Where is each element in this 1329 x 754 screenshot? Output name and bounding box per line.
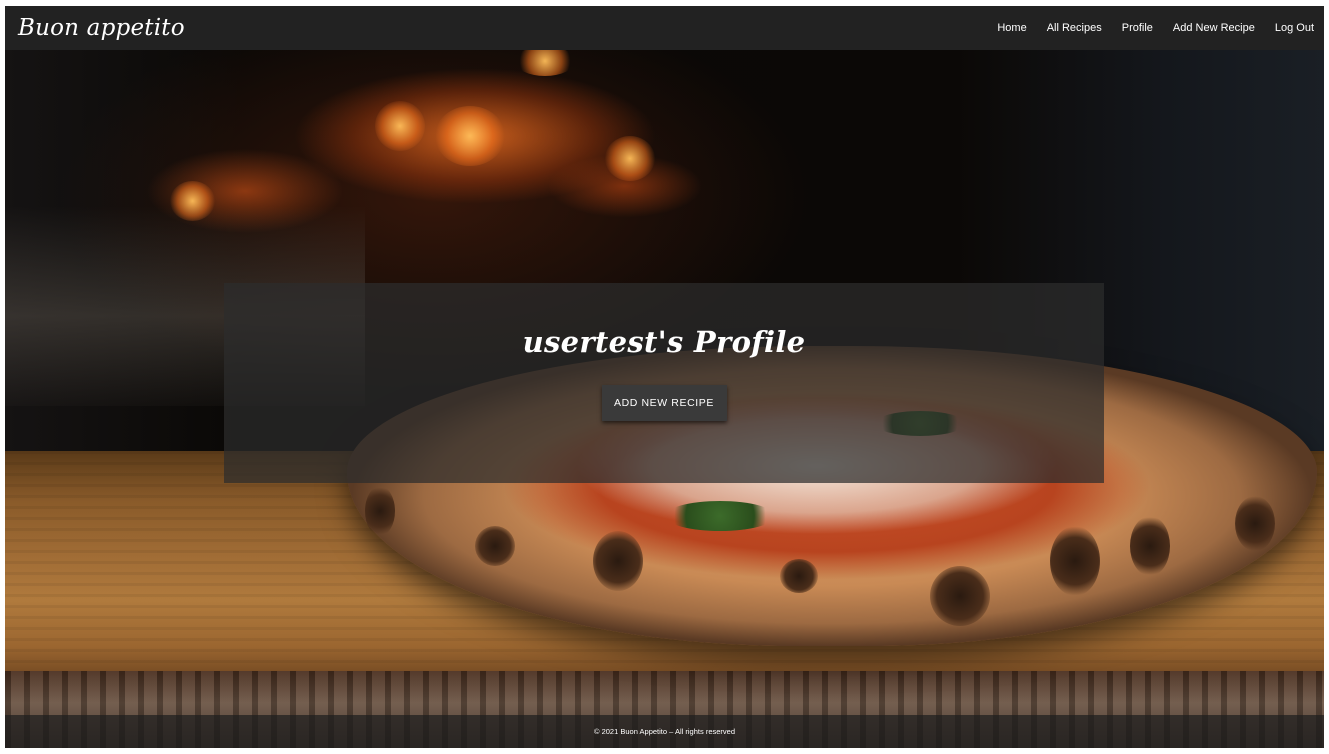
- copyright-text: © 2021 Buon Appetito – All rights reserv…: [593, 727, 736, 736]
- crust-char: [780, 559, 818, 593]
- nav-link-home[interactable]: Home: [987, 22, 1036, 34]
- profile-title: usertest's Profile: [522, 325, 806, 359]
- add-new-recipe-button[interactable]: Add New Recipe: [601, 385, 727, 421]
- nav-link-log-out[interactable]: Log Out: [1265, 22, 1314, 34]
- ember: [435, 106, 505, 166]
- top-navbar: Buon appetito Home All Recipes Profile A…: [5, 6, 1324, 50]
- profile-panel: usertest's Profile Add New Recipe: [224, 283, 1104, 483]
- ember: [605, 136, 655, 181]
- nav-link-profile[interactable]: Profile: [1112, 22, 1163, 34]
- brand-logo[interactable]: Buon appetito: [18, 15, 185, 41]
- app-frame: Buon appetito Home All Recipes Profile A…: [5, 6, 1324, 748]
- basil-leaf: [665, 501, 775, 531]
- crust-char: [1235, 496, 1275, 551]
- ember: [375, 101, 425, 151]
- nav-link-add-new-recipe[interactable]: Add New Recipe: [1163, 22, 1265, 34]
- crust-char: [1050, 526, 1100, 596]
- crust-char: [1130, 516, 1170, 576]
- crust-char: [365, 486, 395, 536]
- crust-char: [593, 531, 643, 591]
- crust-char: [930, 566, 990, 626]
- nav-link-all-recipes[interactable]: All Recipes: [1037, 22, 1112, 34]
- ember: [515, 46, 575, 76]
- nav-links: Home All Recipes Profile Add New Recipe …: [987, 22, 1314, 34]
- page-footer: © 2021 Buon Appetito – All rights reserv…: [5, 715, 1324, 748]
- crust-char: [475, 526, 515, 566]
